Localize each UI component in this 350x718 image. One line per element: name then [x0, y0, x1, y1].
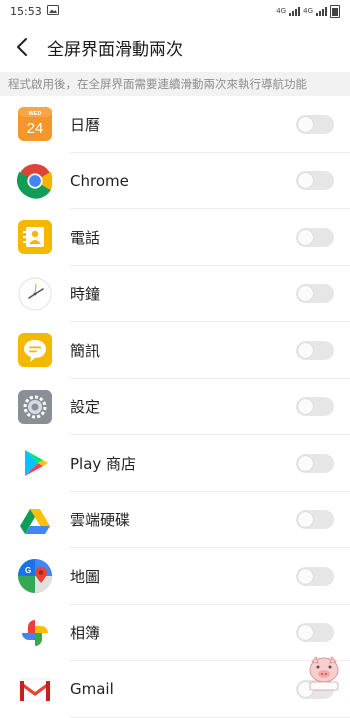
list-item-gmail[interactable]: Gmail — [0, 661, 350, 718]
list-item-drive[interactable]: 雲端硬碟 — [0, 491, 350, 548]
status-left: 15:53 — [10, 4, 59, 18]
photos-toggle[interactable] — [296, 623, 334, 643]
app-label: Chrome — [70, 171, 129, 190]
back-button[interactable] — [0, 22, 44, 72]
list-item-settings[interactable]: 設定 — [0, 378, 350, 435]
page-title: 全屏界面滑動兩次 — [47, 39, 183, 60]
app-label: 相簿 — [70, 624, 101, 643]
list-item-photos[interactable]: 相簿 — [0, 604, 350, 661]
app-label: 雲端硬碟 — [70, 511, 131, 530]
battery-icon — [330, 4, 340, 18]
play-store-toggle[interactable] — [296, 453, 334, 473]
photos-icon — [17, 615, 53, 651]
signal-icon — [289, 6, 301, 16]
chrome-toggle[interactable] — [296, 171, 334, 191]
settings-icon — [17, 389, 53, 425]
list-item-messages[interactable]: 簡訊 — [0, 322, 350, 379]
status-time: 15:53 — [10, 4, 42, 18]
list-item-clock[interactable]: 時鐘 — [0, 265, 350, 322]
chrome-icon — [17, 163, 53, 199]
messages-icon — [17, 332, 53, 368]
header: 全屏界面滑動兩次 — [0, 22, 350, 72]
app-label: 地圖 — [70, 567, 101, 586]
back-arrow-icon — [17, 38, 27, 56]
list-item-chrome[interactable]: Chrome — [0, 152, 350, 209]
app-label: 日曆 — [70, 115, 101, 134]
app-label: Play 商店 — [70, 454, 137, 473]
list-item-maps[interactable]: G 地圖 — [0, 548, 350, 605]
drive-icon — [17, 502, 53, 538]
phone-icon — [17, 219, 53, 255]
description-text: 程式啟用後，在全屏界面需要連續滑動兩次來執行導航功能 — [0, 72, 350, 96]
maps-icon: G — [17, 558, 53, 594]
svg-text:G: G — [25, 566, 31, 575]
phone-toggle[interactable] — [296, 227, 334, 247]
app-label: Gmail — [70, 680, 114, 699]
app-label: 電話 — [70, 228, 101, 247]
app-list: WED 24 日曆 Chrome 電話 時鐘 簡訊 設定 Play 商店 雲端硬… — [0, 96, 350, 718]
calendar-weekday: WED — [29, 111, 42, 117]
image-notification-icon — [46, 4, 59, 18]
drive-toggle[interactable] — [296, 510, 334, 530]
app-label: 時鐘 — [70, 285, 101, 304]
play-store-icon — [17, 445, 53, 481]
calendar-toggle[interactable] — [296, 114, 334, 134]
settings-toggle[interactable] — [296, 397, 334, 417]
list-item-phone[interactable]: 電話 — [0, 209, 350, 266]
messages-toggle[interactable] — [296, 340, 334, 360]
signal-icon-2 — [316, 6, 327, 16]
list-item-calendar[interactable]: WED 24 日曆 — [0, 96, 350, 153]
gmail-icon — [17, 671, 53, 707]
network-type-2: 4G — [303, 7, 313, 15]
list-item-play-store[interactable]: Play 商店 — [0, 435, 350, 492]
clock-toggle[interactable] — [296, 284, 334, 304]
app-label: 設定 — [70, 398, 101, 417]
app-label: 簡訊 — [70, 341, 101, 360]
calendar-icon: WED 24 — [17, 106, 53, 142]
pig-watermark-icon — [304, 654, 344, 692]
clock-icon — [17, 276, 53, 312]
network-type-1: 4G — [276, 7, 287, 15]
status-bar: 15:53 4G 4G — [0, 0, 350, 22]
calendar-day: 24 — [27, 120, 44, 137]
maps-toggle[interactable] — [296, 566, 334, 586]
status-right: 4G 4G — [276, 4, 340, 18]
